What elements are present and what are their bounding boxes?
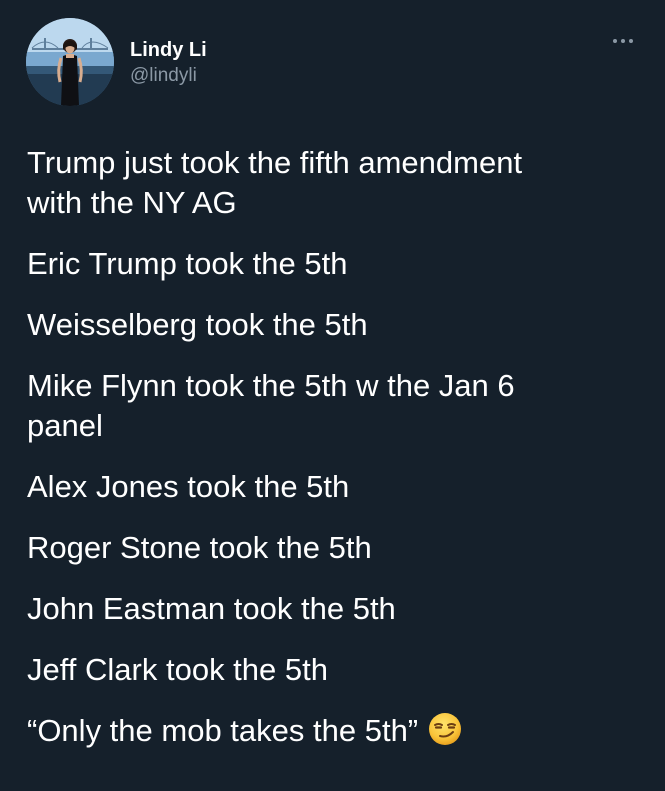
tweet-line: Jeff Clark took the 5th <box>27 652 328 687</box>
avatar-photo <box>26 18 114 106</box>
quote-text: “Only the mob takes the 5th” <box>27 713 419 748</box>
tweet-header: Lindy Li @lindyli <box>26 18 640 106</box>
tweet-line-last: “Only the mob takes the 5th” <box>27 711 639 756</box>
tweet-line: Mike Flynn took the 5th w the Jan 6 <box>27 368 515 403</box>
tweet-body: Trump just took the fifth amendment with… <box>27 143 639 777</box>
tweet-line: panel <box>27 408 103 443</box>
tweet: Lindy Li @lindyli Trump just took the fi… <box>0 0 665 791</box>
more-icon[interactable] <box>612 36 634 46</box>
avatar[interactable] <box>26 18 114 106</box>
tweet-line: Eric Trump took the 5th <box>27 246 348 281</box>
display-name[interactable]: Lindy Li <box>130 38 207 62</box>
smirking-face-emoji <box>428 712 462 756</box>
tweet-line: Roger Stone took the 5th <box>27 530 372 565</box>
tweet-line: John Eastman took the 5th <box>27 591 396 626</box>
user-names: Lindy Li @lindyli <box>130 38 207 88</box>
tweet-line: Trump just took the fifth amendment <box>27 145 523 180</box>
user-handle[interactable]: @lindyli <box>130 64 207 88</box>
tweet-line: Weisselberg took the 5th <box>27 307 368 342</box>
tweet-line: with the NY AG <box>27 185 237 220</box>
tweet-line: Alex Jones took the 5th <box>27 469 350 504</box>
